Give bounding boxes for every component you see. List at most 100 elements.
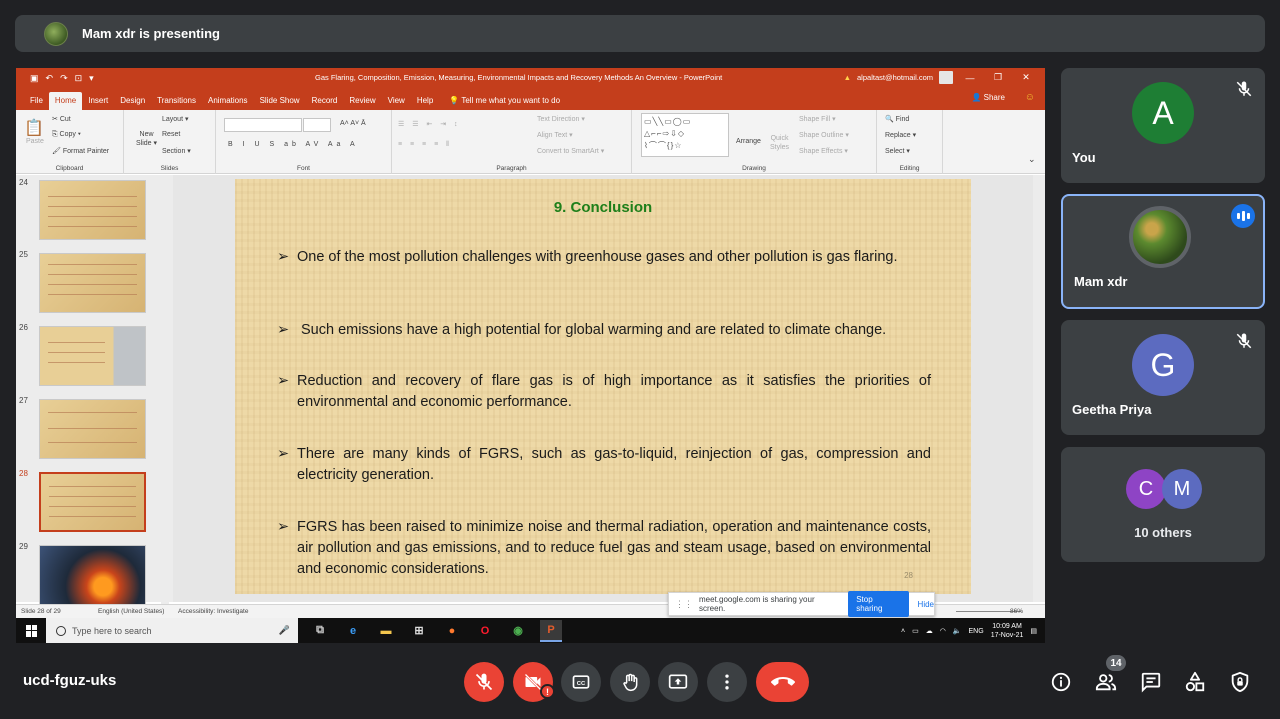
tab-design[interactable]: Design <box>114 92 151 110</box>
tab-insert[interactable]: Insert <box>82 92 114 110</box>
shapes-gallery[interactable]: ▭╲╲▭◯▭ △⌐⌐⇨⇩◇ ⌇⌒⌒{}☆ <box>641 113 729 157</box>
battery-icon[interactable]: ▭ <box>912 627 919 635</box>
tab-file[interactable]: File <box>24 92 49 110</box>
clock[interactable]: 10:09 AM 17-Nov-21 <box>991 622 1024 640</box>
undo-icon[interactable]: ↶ <box>46 73 54 84</box>
volume-icon[interactable]: 🔈 <box>953 627 962 635</box>
tab-view[interactable]: View <box>382 92 411 110</box>
tab-home[interactable]: Home <box>48 92 83 110</box>
text-direction-button[interactable]: Text Direction ▾ <box>537 115 585 123</box>
drag-handle-icon[interactable]: ⋮⋮ <box>675 599 693 610</box>
account-icon[interactable] <box>939 71 953 84</box>
tab-record[interactable]: Record <box>306 92 344 110</box>
people-button[interactable] <box>1092 668 1120 696</box>
raise-hand-button[interactable] <box>610 662 650 702</box>
tab-transitions[interactable]: Transitions <box>151 92 202 110</box>
chrome-icon[interactable]: ◉ <box>507 620 529 642</box>
section-button[interactable]: Section ▾ <box>162 147 191 155</box>
others-tile[interactable]: C M 10 others <box>1061 447 1265 562</box>
present-now-button[interactable] <box>658 662 698 702</box>
microphone-icon[interactable]: 🎤 <box>279 625 290 636</box>
language-indicator[interactable]: ENG <box>969 628 984 635</box>
slide-thumbnail[interactable] <box>39 253 146 313</box>
slide-thumbnail[interactable] <box>39 326 146 386</box>
zoom-level[interactable]: 86% <box>1010 608 1023 615</box>
align-text-button[interactable]: Align Text ▾ <box>537 131 573 139</box>
slide-thumbnail-selected[interactable] <box>39 472 146 532</box>
participant-tile[interactable]: G Geetha Priya <box>1061 320 1265 435</box>
slide-thumbnail[interactable] <box>39 399 146 459</box>
find-button[interactable]: 🔍 Find <box>885 115 909 123</box>
arrange-button[interactable]: Arrange <box>736 138 761 145</box>
stop-sharing-button[interactable]: Stop sharing <box>848 591 909 617</box>
cloud-icon[interactable]: ☁ <box>926 627 933 635</box>
save-icon[interactable]: ▣ <box>30 73 39 84</box>
store-icon[interactable]: ⊞ <box>408 620 430 642</box>
font-size-box[interactable] <box>303 118 331 132</box>
slide-thumbnail[interactable] <box>39 545 146 605</box>
more-options-button[interactable] <box>707 662 747 702</box>
share-button[interactable]: 👤 Share <box>971 93 1005 102</box>
close-button[interactable]: ✕ <box>1015 72 1037 83</box>
customize-qat-icon[interactable]: ▾ <box>89 73 94 84</box>
powerpoint-icon[interactable]: P <box>540 619 562 642</box>
slide-canvas[interactable]: 9. Conclusion ➢ One of the most pollution… <box>235 179 971 594</box>
shape-outline-button[interactable]: Shape Outline ▾ <box>799 131 849 139</box>
font-format-buttons[interactable]: B I U S ab AV Aa A <box>228 141 359 148</box>
taskbar-search[interactable]: Type here to search 🎤 <box>46 618 298 643</box>
edge-icon[interactable]: e <box>342 620 364 642</box>
slide-thumbnail[interactable] <box>39 180 146 240</box>
host-controls-button[interactable] <box>1226 668 1254 696</box>
present-icon[interactable]: ⊡ <box>75 73 83 84</box>
tab-animations[interactable]: Animations <box>202 92 254 110</box>
shape-fill-button[interactable]: Shape Fill ▾ <box>799 115 836 123</box>
wifi-icon[interactable]: ◠ <box>940 627 946 635</box>
file-explorer-icon[interactable]: ▬ <box>375 620 397 642</box>
new-slide-button[interactable]: New Slide ▾ <box>136 130 157 148</box>
cut-button[interactable]: ✂ Cut <box>52 115 71 123</box>
tab-review[interactable]: Review <box>343 92 381 110</box>
collapse-ribbon-icon[interactable]: ⌄ <box>1028 154 1036 165</box>
activities-button[interactable] <box>1181 668 1209 696</box>
layout-button[interactable]: Layout ▾ <box>162 115 189 123</box>
meeting-details-button[interactable] <box>1047 668 1075 696</box>
list-buttons[interactable]: ☰ ☰ ⇤ ⇥ ↕ <box>398 120 461 128</box>
format-painter-button[interactable]: 🖌 Format Painter <box>52 147 109 155</box>
mic-toggle-button[interactable] <box>464 662 504 702</box>
participant-tile[interactable]: A You <box>1061 68 1265 183</box>
tab-slide-show[interactable]: Slide Show <box>254 92 306 110</box>
tab-help[interactable]: Help <box>411 92 439 110</box>
tell-me-search[interactable]: 💡 Tell me what you want to do <box>449 92 560 110</box>
firefox-icon[interactable]: ● <box>441 620 463 642</box>
feedback-smiley-icon[interactable]: ☺ <box>1025 92 1035 103</box>
leave-call-button[interactable] <box>756 662 809 702</box>
language-indicator[interactable]: English (United States) <box>98 608 164 615</box>
accessibility-indicator[interactable]: Accessibility: Investigate <box>178 608 248 615</box>
opera-icon[interactable]: O <box>474 620 496 642</box>
paste-button[interactable]: Paste <box>26 138 44 145</box>
editor-scrollbar[interactable] <box>1033 175 1045 602</box>
hide-notice-button[interactable]: Hide <box>918 600 934 609</box>
thumbnail-scrollbar[interactable] <box>161 285 169 643</box>
notifications-icon[interactable]: ▤ <box>1030 627 1037 635</box>
tray-chevron-icon[interactable]: ˄ <box>901 628 905 635</box>
restore-button[interactable]: ❐ <box>987 72 1009 83</box>
captions-button[interactable]: CC <box>561 662 601 702</box>
replace-button[interactable]: Replace ▾ <box>885 131 916 139</box>
font-name-box[interactable] <box>224 118 302 132</box>
participant-tile-speaking[interactable]: Mam xdr <box>1061 194 1265 309</box>
windows-start-icon[interactable] <box>26 624 38 637</box>
quick-styles-button[interactable]: Quick Styles <box>770 134 789 152</box>
grow-font-icon[interactable]: A˄ A˅ Ā <box>340 120 366 127</box>
task-view-icon[interactable]: ⧉ <box>309 620 331 642</box>
select-button[interactable]: Select ▾ <box>885 147 910 155</box>
redo-icon[interactable]: ↷ <box>60 73 68 84</box>
paste-icon[interactable]: 📋 <box>24 118 44 138</box>
reset-button[interactable]: Reset <box>162 131 180 138</box>
chat-button[interactable] <box>1137 668 1165 696</box>
shape-effects-button[interactable]: Shape Effects ▾ <box>799 147 848 155</box>
convert-smartart-button[interactable]: Convert to SmartArt ▾ <box>537 147 604 155</box>
align-buttons[interactable]: ≡ ≡ ≡ ≡ ⫴ <box>398 141 452 149</box>
copy-button[interactable]: ⎘ Copy ▾ <box>52 131 81 139</box>
minimize-button[interactable]: — <box>959 73 981 83</box>
